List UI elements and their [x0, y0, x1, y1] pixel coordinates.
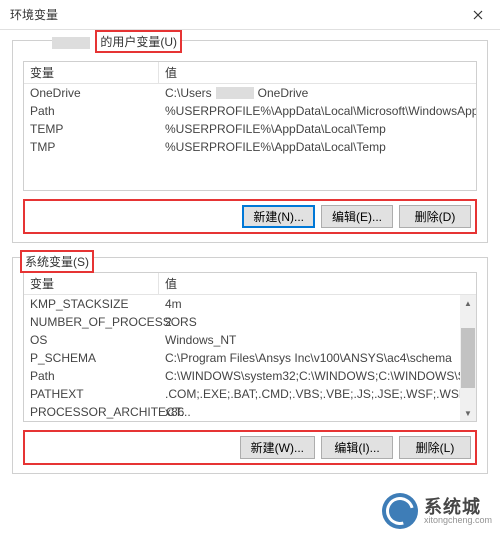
user-variables-label: 的用户变量(U) — [95, 30, 182, 53]
watermark-text: 系统城 xitongcheng.com — [424, 498, 492, 525]
system-variables-label: 系统变量(S) — [20, 250, 94, 273]
user-variables-group: 的用户变量(U) 变量 值 OneDrive C:\Users OneDrive — [12, 40, 488, 243]
dialog-title-bar: 环境变量 — [0, 0, 500, 30]
table-row[interactable]: TMP %USERPROFILE%\AppData\Local\Temp — [24, 138, 476, 156]
var-cell: PROCESSOR_ARCHITECT... — [24, 403, 159, 421]
var-cell: OS — [24, 331, 159, 349]
val-cell: %USERPROFILE%\AppData\Local\Microsoft\Wi… — [159, 102, 476, 120]
header-variable-col[interactable]: 变量 — [24, 62, 159, 83]
val-cell: 4m — [159, 295, 476, 313]
close-button[interactable] — [455, 0, 500, 30]
table-row[interactable]: OS Windows_NT — [24, 331, 476, 349]
list-header: 变量 值 — [24, 62, 476, 84]
table-row[interactable]: Path %USERPROFILE%\AppData\Local\Microso… — [24, 102, 476, 120]
var-cell: Path — [24, 367, 159, 385]
var-cell: TEMP — [24, 120, 159, 138]
scroll-thumb[interactable] — [461, 328, 475, 388]
var-cell: OneDrive — [24, 84, 159, 102]
user-new-button[interactable]: 新建(N)... — [242, 205, 315, 228]
watermark-cn: 系统城 — [424, 498, 492, 516]
val-prefix: C:\Users — [165, 86, 212, 100]
var-cell: P_SCHEMA — [24, 349, 159, 367]
val-cell: %USERPROFILE%\AppData\Local\Temp — [159, 138, 476, 156]
user-buttons-row: 新建(N)... 编辑(E)... 删除(D) — [23, 199, 477, 234]
header-value-col[interactable]: 值 — [159, 62, 476, 83]
watermark: 系统城 xitongcheng.com — [382, 493, 492, 529]
table-row[interactable]: TEMP %USERPROFILE%\AppData\Local\Temp — [24, 120, 476, 138]
table-row[interactable]: PROCESSOR_ARCHITECT... x86 — [24, 403, 476, 421]
var-cell: NUMBER_OF_PROCESSORS — [24, 313, 159, 331]
val-cell: C:\WINDOWS\system32;C:\WINDOWS;C:\WINDOW… — [159, 367, 476, 385]
table-row[interactable]: PATHEXT .COM;.EXE;.BAT;.CMD;.VBS;.VBE;.J… — [24, 385, 476, 403]
var-cell: Path — [24, 102, 159, 120]
table-row[interactable]: OneDrive C:\Users OneDrive — [24, 84, 476, 102]
masked-username — [216, 87, 254, 99]
system-variables-box: 变量 值 KMP_STACKSIZE 4m NUMBER_OF_PROCESSO… — [12, 257, 488, 474]
val-cell: .COM;.EXE;.BAT;.CMD;.VBS;.VBE;.JS;.JSE;.… — [159, 385, 476, 403]
system-variables-group: 系统变量(S) 变量 值 KMP_STACKSIZE 4m NUMBER_OF_… — [12, 257, 488, 474]
var-cell: PATHEXT — [24, 385, 159, 403]
system-edit-button[interactable]: 编辑(I)... — [321, 436, 393, 459]
val-cell: %USERPROFILE%\AppData\Local\Temp — [159, 120, 476, 138]
user-variables-label-wrap: 的用户变量(U) — [52, 30, 182, 53]
system-buttons-row: 新建(W)... 编辑(I)... 删除(L) — [23, 430, 477, 465]
scrollbar[interactable]: ▲ ▼ — [460, 295, 476, 421]
system-new-button[interactable]: 新建(W)... — [240, 436, 315, 459]
watermark-logo-icon — [382, 493, 418, 529]
var-cell: KMP_STACKSIZE — [24, 295, 159, 313]
val-cell: Windows_NT — [159, 331, 476, 349]
list-header: 变量 值 — [24, 273, 476, 295]
system-list-body: KMP_STACKSIZE 4m NUMBER_OF_PROCESSORS 2 … — [24, 295, 476, 421]
user-variables-box: 变量 值 OneDrive C:\Users OneDrive Path — [12, 40, 488, 243]
dialog-body: 的用户变量(U) 变量 值 OneDrive C:\Users OneDrive — [0, 30, 500, 474]
var-cell: TMP — [24, 138, 159, 156]
scroll-up-icon[interactable]: ▲ — [460, 295, 476, 311]
val-cell: 2 — [159, 313, 476, 331]
val-cell: x86 — [159, 403, 476, 421]
table-row[interactable]: Path C:\WINDOWS\system32;C:\WINDOWS;C:\W… — [24, 367, 476, 385]
header-value-col[interactable]: 值 — [159, 273, 476, 294]
watermark-en: xitongcheng.com — [424, 516, 492, 525]
user-variables-list[interactable]: 变量 值 OneDrive C:\Users OneDrive Path — [23, 61, 477, 191]
dialog-title: 环境变量 — [10, 6, 58, 23]
user-delete-button[interactable]: 删除(D) — [399, 205, 471, 228]
system-variables-list[interactable]: 变量 值 KMP_STACKSIZE 4m NUMBER_OF_PROCESSO… — [23, 272, 477, 422]
user-edit-button[interactable]: 编辑(E)... — [321, 205, 393, 228]
table-row[interactable]: KMP_STACKSIZE 4m — [24, 295, 476, 313]
header-variable-col[interactable]: 变量 — [24, 273, 159, 294]
table-row[interactable]: P_SCHEMA C:\Program Files\Ansys Inc\v100… — [24, 349, 476, 367]
system-delete-button[interactable]: 删除(L) — [399, 436, 471, 459]
table-row[interactable]: NUMBER_OF_PROCESSORS 2 — [24, 313, 476, 331]
val-cell: C:\Program Files\Ansys Inc\v100\ANSYS\ac… — [159, 349, 476, 367]
val-cell: C:\Users OneDrive — [159, 84, 476, 102]
masked-username — [52, 37, 90, 49]
close-icon — [473, 10, 483, 20]
scroll-down-icon[interactable]: ▼ — [460, 405, 476, 421]
user-list-body: OneDrive C:\Users OneDrive Path %USERPRO… — [24, 84, 476, 156]
val-suffix: OneDrive — [258, 86, 309, 100]
